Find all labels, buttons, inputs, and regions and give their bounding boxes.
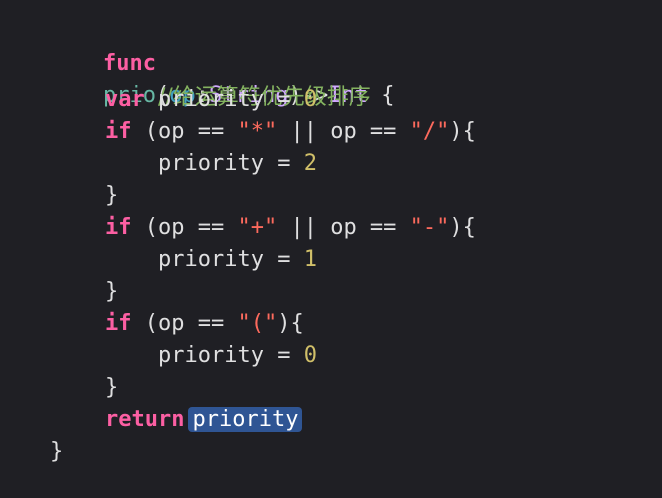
code-line-8[interactable]: priority = 1 bbox=[158, 244, 317, 276]
keyword-if: if bbox=[105, 311, 132, 336]
number-literal: 0 bbox=[303, 87, 317, 112]
code-line-13[interactable]: return priority bbox=[105, 404, 303, 436]
condition-part: (op == bbox=[131, 119, 238, 144]
string-literal: "-" bbox=[409, 215, 450, 240]
number-literal: 0 bbox=[303, 343, 317, 368]
close-brace: } bbox=[105, 183, 119, 208]
code-line-4[interactable]: if (op == "*" || op == "/"){ bbox=[105, 116, 476, 148]
code-line-6[interactable]: } bbox=[105, 180, 118, 212]
identifier: priority = bbox=[144, 87, 304, 112]
condition-part: || op == bbox=[277, 119, 410, 144]
condition-end: ){ bbox=[449, 215, 476, 240]
code-line-2[interactable]: //给运算符优先级排序 bbox=[105, 50, 371, 110]
close-brace: } bbox=[105, 279, 119, 304]
number-literal: 2 bbox=[303, 151, 317, 176]
number-literal: 1 bbox=[303, 247, 317, 272]
string-literal: "/" bbox=[409, 119, 450, 144]
condition-part: || op == bbox=[277, 215, 410, 240]
code-line-11[interactable]: priority = 0 bbox=[158, 340, 317, 372]
open-brace: { bbox=[367, 83, 395, 108]
code-line-1[interactable]: func prio(op:String)->Int { bbox=[50, 16, 394, 108]
selected-text[interactable]: priority bbox=[188, 407, 303, 432]
condition-end: ){ bbox=[449, 119, 476, 144]
code-line-7[interactable]: if (op == "+" || op == "-"){ bbox=[105, 212, 476, 244]
condition-part: (op == bbox=[131, 311, 238, 336]
code-line-12[interactable]: } bbox=[105, 372, 118, 404]
code-line-9[interactable]: } bbox=[105, 276, 118, 308]
keyword-return: return bbox=[105, 407, 185, 432]
code-line-14[interactable]: } bbox=[50, 436, 63, 468]
keyword-if: if bbox=[105, 215, 132, 240]
identifier: priority = bbox=[158, 247, 304, 272]
code-line-10[interactable]: if (op == "("){ bbox=[105, 308, 304, 340]
code-line-5[interactable]: priority = 2 bbox=[158, 148, 317, 180]
condition-part: (op == bbox=[131, 215, 238, 240]
string-literal: "+" bbox=[237, 215, 278, 240]
close-brace: } bbox=[50, 439, 64, 464]
code-editor[interactable]: func prio(op:String)->Int { //给运算符优先级排序 … bbox=[0, 0, 662, 498]
condition-end: ){ bbox=[277, 311, 304, 336]
string-literal: "*" bbox=[237, 119, 278, 144]
keyword-var: var bbox=[105, 87, 145, 112]
keyword-if: if bbox=[105, 119, 132, 144]
code-line-3[interactable]: var priority = 0 bbox=[105, 84, 317, 116]
close-brace: } bbox=[105, 375, 119, 400]
identifier: priority = bbox=[158, 343, 304, 368]
string-literal: "(" bbox=[237, 311, 278, 336]
identifier: priority = bbox=[158, 151, 304, 176]
